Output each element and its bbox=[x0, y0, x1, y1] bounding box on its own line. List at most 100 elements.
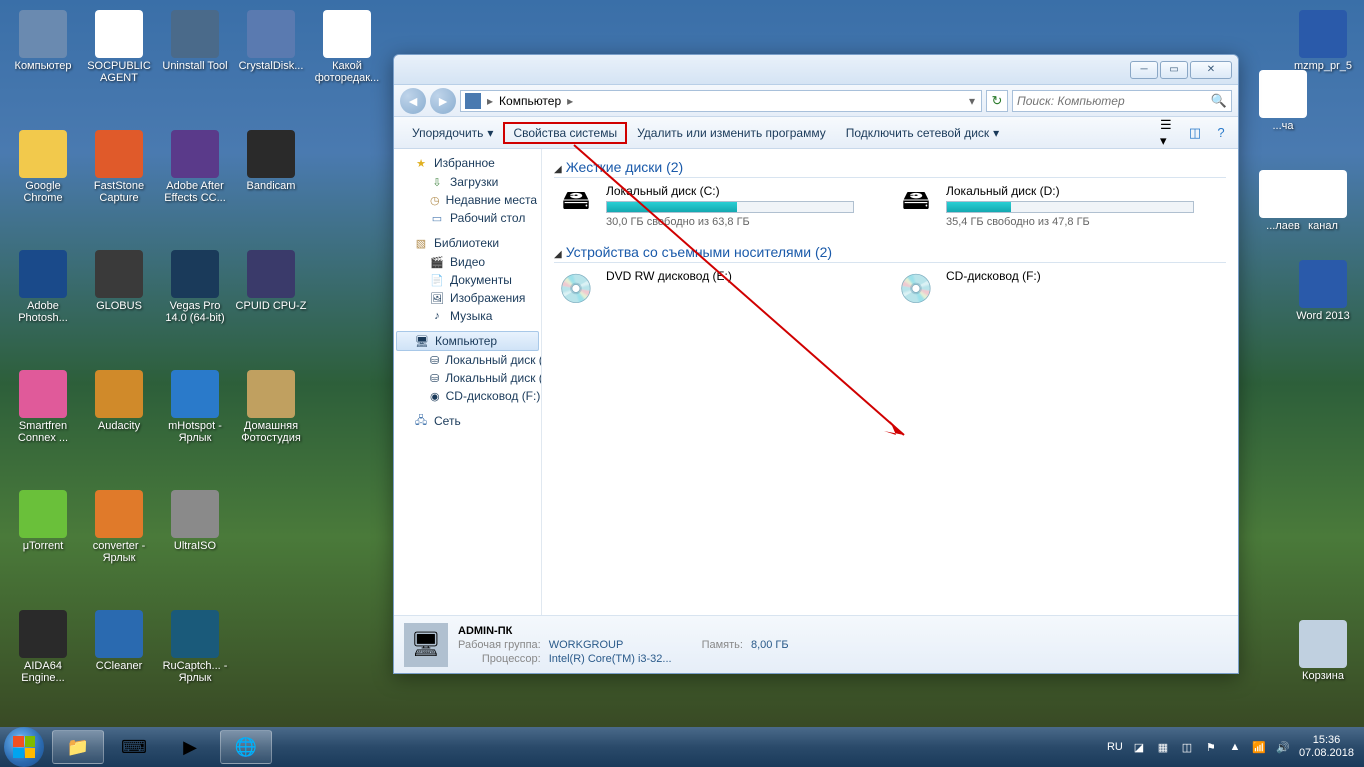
icon-label: Adobe Photosh... bbox=[6, 300, 80, 324]
desktop-icon[interactable]: CCleaner bbox=[82, 610, 156, 672]
desktop-icon[interactable]: ...ча bbox=[1246, 70, 1320, 132]
triangle-down-icon: ◢ bbox=[554, 249, 562, 260]
help-icon[interactable]: ? bbox=[1212, 124, 1230, 142]
sidebar-item-videos[interactable]: 🎬Видео bbox=[394, 253, 541, 271]
search-box[interactable]: 🔍 bbox=[1012, 90, 1232, 112]
desktop-icon[interactable]: Какой фоторедак... bbox=[310, 10, 384, 84]
desktop-icon[interactable]: Adobe After Effects CC... bbox=[158, 130, 232, 204]
start-button[interactable] bbox=[4, 727, 44, 767]
map-network-drive-button[interactable]: Подключить сетевой диск ▾ bbox=[836, 122, 1009, 144]
icon-label: Bandicam bbox=[234, 180, 308, 192]
desktop-icon[interactable]: Домашняя Фотостудия bbox=[234, 370, 308, 444]
uninstall-program-button[interactable]: Удалить или изменить программу bbox=[627, 122, 836, 144]
desktop-icon[interactable]: converter - Ярлык bbox=[82, 490, 156, 564]
tray-icon[interactable]: ▦ bbox=[1155, 739, 1171, 755]
refresh-button[interactable]: ↻ bbox=[986, 90, 1008, 112]
icon-label: UltraISO bbox=[158, 540, 232, 552]
system-properties-button[interactable]: Свойства системы bbox=[503, 122, 627, 144]
desktop-icon[interactable]: GLOBUS bbox=[82, 250, 156, 312]
language-indicator[interactable]: RU bbox=[1107, 739, 1123, 755]
taskbar-app-chrome[interactable]: 🌐 bbox=[220, 730, 272, 764]
sidebar-item-drive-d[interactable]: ⛁Локальный диск (D bbox=[394, 369, 541, 387]
explorer-window: ─ ▭ ✕ ◄ ► ▸ Компьютер ▸ ▾ ↻ 🔍 Упоря bbox=[393, 54, 1239, 674]
desktop-icon[interactable]: CPUID CPU-Z bbox=[234, 250, 308, 312]
sidebar-item-recent[interactable]: ◷Недавние места bbox=[394, 191, 541, 209]
desktop-icon[interactable]: канал bbox=[1286, 170, 1360, 232]
sidebar-computer[interactable]: 🖥Компьютер bbox=[396, 331, 539, 351]
desktop-icon[interactable]: Word 2013 bbox=[1286, 260, 1360, 322]
desktop-icon[interactable]: Uninstall Tool bbox=[158, 10, 232, 72]
desktop-icon[interactable]: Adobe Photosh... bbox=[6, 250, 80, 324]
icon-label: Vegas Pro 14.0 (64-bit) bbox=[158, 300, 232, 324]
drive-cd[interactable]: 💿 CD-дисковод (F:) bbox=[894, 269, 1194, 307]
tray-icon[interactable]: ◫ bbox=[1179, 739, 1195, 755]
desktop-icon[interactable]: AIDA64 Engine... bbox=[6, 610, 80, 684]
drive-d[interactable]: 🖴 Локальный диск (D:) 35,4 ГБ свободно и… bbox=[894, 184, 1194, 228]
breadcrumb[interactable]: ▸ Компьютер ▸ ▾ bbox=[460, 90, 982, 112]
icon-label: CPUID CPU-Z bbox=[234, 300, 308, 312]
navbar: ◄ ► ▸ Компьютер ▸ ▾ ↻ 🔍 bbox=[394, 85, 1238, 117]
volume-icon[interactable]: 🔊 bbox=[1275, 739, 1291, 755]
sidebar-item-images[interactable]: 🖼Изображения bbox=[394, 289, 541, 307]
sidebar-item-desktop[interactable]: ▭Рабочий стол bbox=[394, 209, 541, 227]
maximize-button[interactable]: ▭ bbox=[1160, 61, 1188, 79]
preview-pane-icon[interactable]: ◫ bbox=[1186, 124, 1204, 142]
desktop-icon[interactable]: mHotspot - Ярлык bbox=[158, 370, 232, 444]
search-input[interactable] bbox=[1017, 94, 1211, 108]
drive-c[interactable]: 🖴 Локальный диск (C:) 30,0 ГБ свободно и… bbox=[554, 184, 854, 228]
titlebar[interactable]: ─ ▭ ✕ bbox=[394, 55, 1238, 85]
icon-label: Домашняя Фотостудия bbox=[234, 420, 308, 444]
tray-icon[interactable]: ▲ bbox=[1227, 739, 1243, 755]
app-icon bbox=[95, 10, 143, 58]
organize-button[interactable]: Упорядочить ▾ bbox=[402, 122, 503, 144]
icon-label: FastStone Capture bbox=[82, 180, 156, 204]
taskbar-app-video[interactable]: ▶ bbox=[164, 730, 216, 764]
app-icon bbox=[171, 130, 219, 178]
icon-label: CCleaner bbox=[82, 660, 156, 672]
music-icon: ♪ bbox=[430, 309, 444, 323]
desktop-icon[interactable]: RuCaptch... - Ярлык bbox=[158, 610, 232, 684]
desktop-icon[interactable]: Компьютер bbox=[6, 10, 80, 72]
taskbar-app-onscreen-keyboard[interactable]: ⌨ bbox=[108, 730, 160, 764]
sidebar-item-downloads[interactable]: ⇩Загрузки bbox=[394, 173, 541, 191]
action-center-icon[interactable]: ⚑ bbox=[1203, 739, 1219, 755]
sidebar-item-drive-c[interactable]: ⛁Локальный диск (C bbox=[394, 351, 541, 369]
app-icon bbox=[95, 370, 143, 418]
taskbar-app-explorer[interactable]: 📁 bbox=[52, 730, 104, 764]
sidebar-favorites[interactable]: ★Избранное bbox=[394, 153, 541, 173]
forward-button[interactable]: ► bbox=[430, 88, 456, 114]
desktop-icon[interactable]: Audacity bbox=[82, 370, 156, 432]
category-hdd[interactable]: ◢Жесткие диски (2) bbox=[554, 157, 1226, 178]
app-icon bbox=[95, 130, 143, 178]
sidebar-item-cd-drive[interactable]: ◉CD-дисковод (F:) bbox=[394, 387, 541, 405]
drive-dvd[interactable]: 💿 DVD RW дисковод (E:) bbox=[554, 269, 854, 307]
desktop-icon[interactable]: UltraISO bbox=[158, 490, 232, 552]
app-icon bbox=[247, 130, 295, 178]
minimize-button[interactable]: ─ bbox=[1130, 61, 1158, 79]
desktop-icon[interactable]: Vegas Pro 14.0 (64-bit) bbox=[158, 250, 232, 324]
desktop-icon[interactable]: SOCPUBLIC AGENT bbox=[82, 10, 156, 84]
desktop-icon[interactable]: Bandicam bbox=[234, 130, 308, 192]
desktop-icon[interactable]: mzmp_pr_5 bbox=[1286, 10, 1360, 72]
category-removable[interactable]: ◢Устройства со съемными носителями (2) bbox=[554, 242, 1226, 263]
search-icon[interactable]: 🔍 bbox=[1211, 93, 1227, 109]
desktop-icon[interactable]: Корзина bbox=[1286, 620, 1360, 682]
view-options-icon[interactable]: ☰ ▾ bbox=[1160, 124, 1178, 142]
back-button[interactable]: ◄ bbox=[400, 88, 426, 114]
desktop-icon[interactable]: FastStone Capture bbox=[82, 130, 156, 204]
sidebar-item-documents[interactable]: 📄Документы bbox=[394, 271, 541, 289]
desktop-icon[interactable]: Google Chrome bbox=[6, 130, 80, 204]
desktop-icon[interactable]: CrystalDisk... bbox=[234, 10, 308, 72]
desktop-icon[interactable]: Smartfren Connex ... bbox=[6, 370, 80, 444]
sidebar-libraries[interactable]: ▧Библиотеки bbox=[394, 233, 541, 253]
sidebar-network[interactable]: 🖧Сеть bbox=[394, 411, 541, 431]
breadcrumb-segment[interactable]: Компьютер bbox=[495, 94, 565, 108]
tray-icon[interactable]: ◪ bbox=[1131, 739, 1147, 755]
sidebar-item-music[interactable]: ♪Музыка bbox=[394, 307, 541, 325]
network-icon[interactable]: 📶 bbox=[1251, 739, 1267, 755]
close-button[interactable]: ✕ bbox=[1190, 61, 1232, 79]
desktop-icon[interactable]: μTorrent bbox=[6, 490, 80, 552]
network-icon: 🖧 bbox=[414, 414, 428, 428]
clock[interactable]: 15:36 07.08.2018 bbox=[1299, 734, 1354, 760]
chevron-down-icon[interactable]: ▾ bbox=[967, 94, 977, 108]
